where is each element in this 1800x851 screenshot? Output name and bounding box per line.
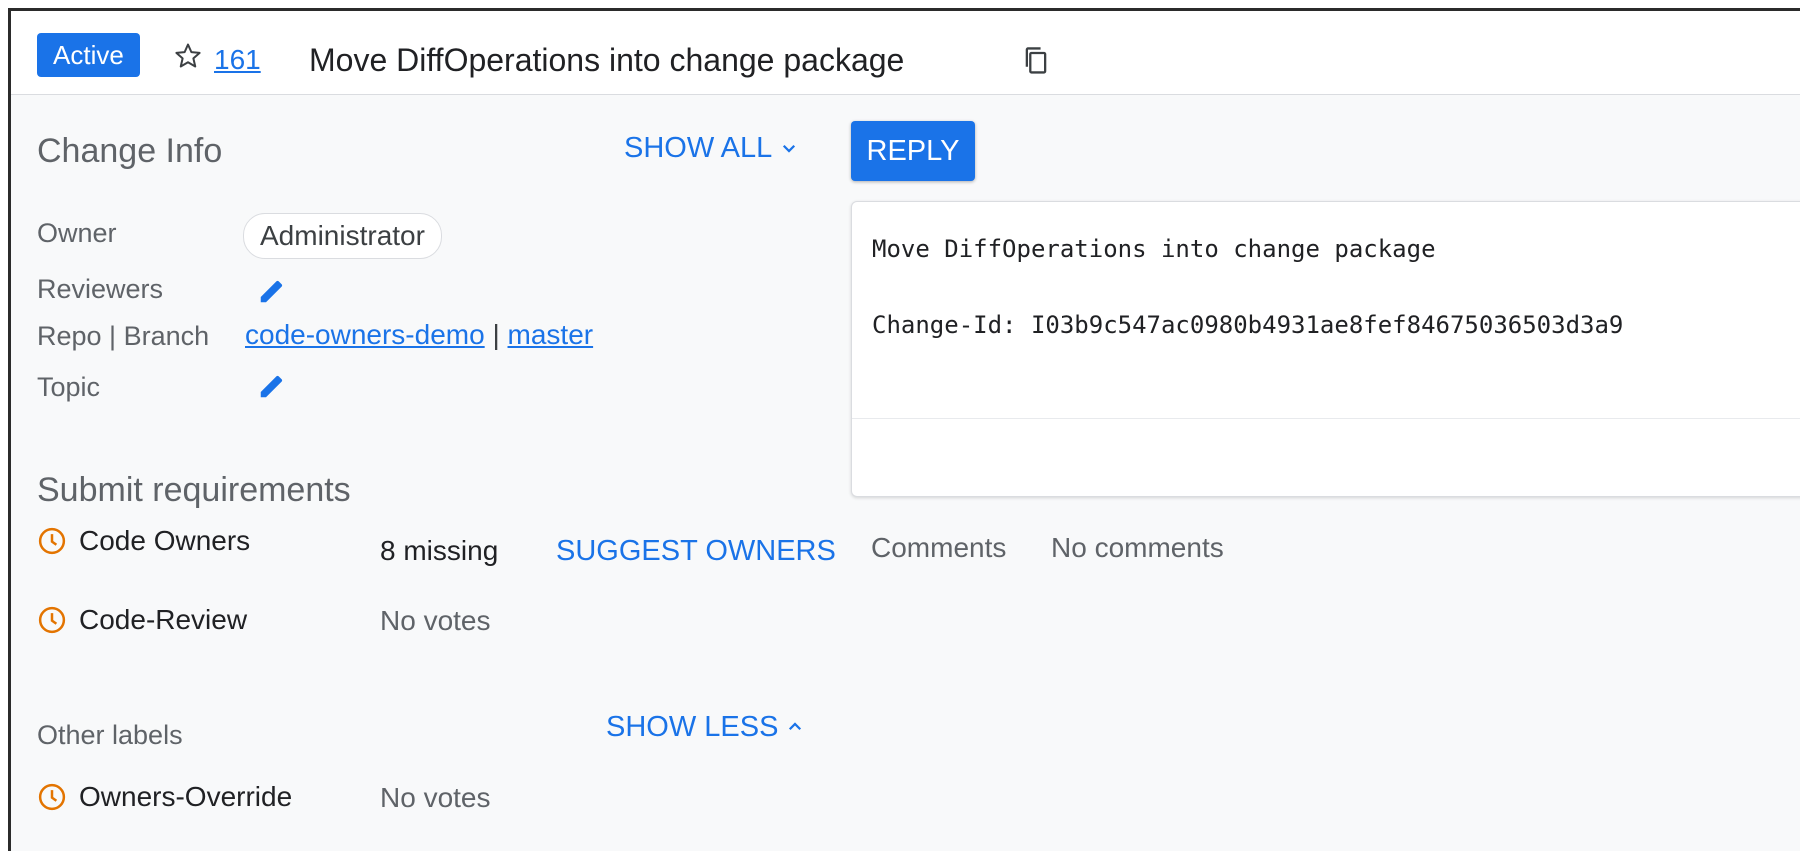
- show-all-label: SHOW ALL: [624, 132, 773, 164]
- reply-button[interactable]: REPLY: [851, 121, 975, 181]
- comments-label: Comments: [871, 532, 1007, 563]
- requirement-name: Code Owners: [79, 525, 251, 556]
- change-id-line: Change-Id: I03b9c547ac0980b4931ae8fef846…: [872, 311, 1624, 339]
- status-badge: Active: [37, 33, 140, 77]
- label-row-owners-override[interactable]: Owners-Override: [37, 781, 292, 813]
- label-name: Owners-Override: [79, 781, 293, 812]
- owner-chip[interactable]: Administrator: [243, 213, 442, 259]
- requirement-row-code-owners[interactable]: Code Owners: [37, 525, 250, 557]
- requirement-value: 8 missing: [380, 535, 499, 566]
- commit-message[interactable]: Move DiffOperations into change package …: [872, 230, 1623, 344]
- chevron-down-icon: [783, 144, 796, 153]
- owner-label: Owner: [37, 218, 117, 248]
- requirement-name: Code-Review: [79, 604, 248, 635]
- commit-message-card: Move DiffOperations into change package …: [851, 201, 1800, 497]
- change-view: Active 161 Move DiffOperations into chan…: [8, 8, 1800, 851]
- requirement-row-code-review[interactable]: Code-Review: [37, 604, 247, 636]
- repo-branch-value: code-owners-demo | master: [245, 318, 593, 352]
- show-all-button[interactable]: SHOW ALL: [624, 131, 798, 165]
- show-less-label: SHOW LESS: [606, 711, 779, 743]
- submit-requirements-title: Submit requirements: [37, 471, 351, 509]
- clock-icon: [38, 527, 66, 555]
- clock-icon: [38, 606, 66, 634]
- requirement-value: No votes: [380, 605, 491, 636]
- repo-link[interactable]: code-owners-demo: [245, 319, 485, 350]
- clock-icon: [38, 783, 66, 811]
- commit-subject-line: Move DiffOperations into change package: [872, 235, 1436, 263]
- chevron-up-icon: [789, 722, 802, 731]
- repo-branch-label: Repo | Branch: [37, 321, 210, 351]
- change-header: Active 161 Move DiffOperations into chan…: [11, 11, 1800, 95]
- edit-topic-pencil-icon[interactable]: [257, 371, 287, 401]
- repo-branch-separator: |: [492, 319, 500, 350]
- show-less-button[interactable]: SHOW LESS: [606, 710, 804, 744]
- reviewers-label: Reviewers: [37, 274, 164, 304]
- change-subject: Move DiffOperations into change package: [309, 42, 905, 78]
- comments-value: No comments: [1051, 532, 1224, 563]
- copy-icon[interactable]: [1022, 45, 1050, 77]
- label-value: No votes: [380, 782, 491, 813]
- star-outline-icon[interactable]: [173, 41, 203, 71]
- edit-reviewers-pencil-icon[interactable]: [257, 276, 287, 306]
- branch-link[interactable]: master: [508, 319, 594, 350]
- suggest-owners-button[interactable]: SUGGEST OWNERS: [556, 534, 836, 568]
- divider: [852, 418, 1800, 419]
- star-count-link[interactable]: 161: [214, 45, 261, 75]
- other-labels-title: Other labels: [37, 720, 183, 750]
- topic-label: Topic: [37, 372, 101, 402]
- change-info-title: Change Info: [37, 132, 223, 170]
